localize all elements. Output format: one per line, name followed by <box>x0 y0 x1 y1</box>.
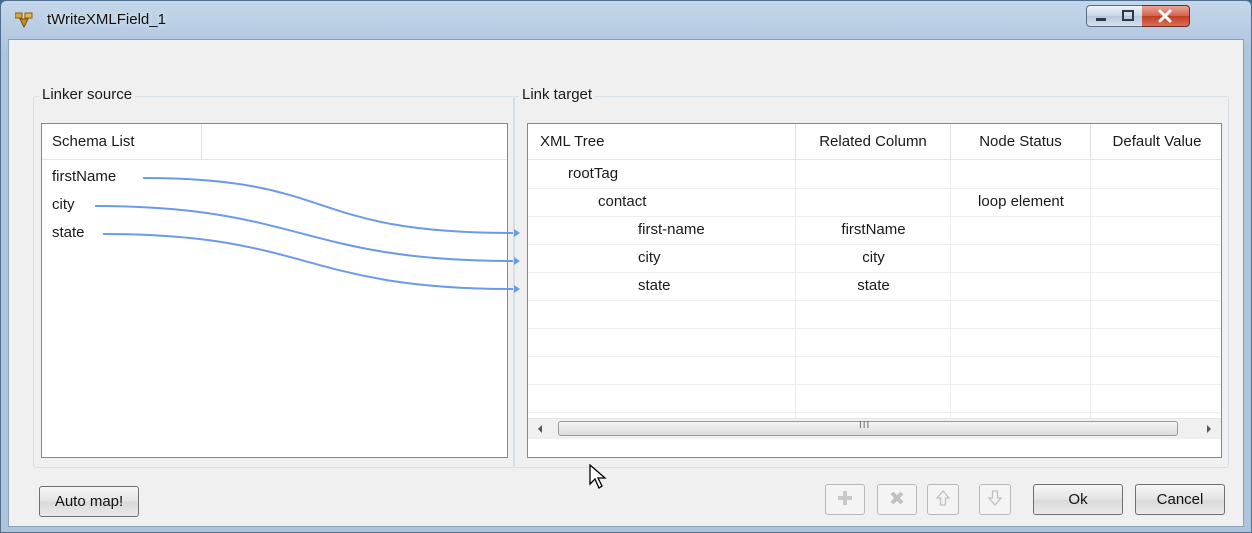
scroll-grip: III <box>859 420 871 431</box>
row-divider <box>528 356 1221 357</box>
maximize-button[interactable] <box>1115 5 1143 27</box>
source-row-city[interactable]: city <box>52 191 75 219</box>
dialog-content: Linker source Schema List firstName city… <box>8 39 1244 527</box>
remove-button[interactable] <box>877 484 917 515</box>
tree-node-state[interactable]: state <box>638 272 671 300</box>
default-value-header[interactable]: Default Value <box>1091 124 1221 160</box>
related-column-cell[interactable]: firstName <box>796 216 951 244</box>
maximize-icon <box>1122 10 1134 21</box>
title-bar[interactable]: tWriteXMLField_1 <box>1 1 1251 39</box>
scroll-right-icon[interactable] <box>1205 424 1213 434</box>
add-button[interactable] <box>825 484 865 515</box>
source-row-state[interactable]: state <box>52 219 85 247</box>
link-target-label: Link target <box>519 86 596 103</box>
tree-node-city[interactable]: city <box>638 244 661 272</box>
row-divider <box>528 300 1221 301</box>
mouse-cursor-icon <box>589 463 607 494</box>
scrollbar-thumb[interactable]: III <box>558 420 1178 436</box>
delete-icon <box>890 491 904 504</box>
tree-node-contact[interactable]: contact <box>598 188 646 216</box>
node-status-header[interactable]: Node Status <box>951 124 1091 160</box>
close-icon <box>1158 9 1172 23</box>
window-title: tWriteXMLField_1 <box>47 11 166 28</box>
linker-source-label: Linker source <box>39 86 136 103</box>
source-row-firstname[interactable]: firstName <box>52 163 116 191</box>
minimize-button[interactable] <box>1086 5 1116 27</box>
auto-map-button[interactable]: Auto map! <box>39 486 139 517</box>
horizontal-scrollbar[interactable]: III <box>528 418 1221 439</box>
scroll-left-icon[interactable] <box>536 424 544 434</box>
schema-list-header-empty[interactable] <box>202 124 507 160</box>
related-column-header[interactable]: Related Column <box>796 124 951 160</box>
row-divider <box>528 328 1221 329</box>
ok-button[interactable]: Ok <box>1033 484 1123 515</box>
schema-list-table[interactable]: Schema List firstName city state <box>41 123 508 458</box>
talend-component-icon <box>14 12 33 29</box>
related-column-cell[interactable]: city <box>796 244 951 272</box>
close-button[interactable] <box>1142 5 1190 27</box>
move-down-button[interactable] <box>979 484 1011 515</box>
arrow-up-icon <box>935 489 951 506</box>
plus-icon <box>838 490 852 505</box>
cancel-button[interactable]: Cancel <box>1135 484 1225 515</box>
move-up-button[interactable] <box>927 484 959 515</box>
xml-tree-table[interactable]: XML Tree Related Column Node Status Defa… <box>527 123 1222 458</box>
arrow-down-icon <box>987 489 1003 506</box>
row-divider <box>528 412 1221 413</box>
tree-node-first-name[interactable]: first-name <box>638 216 705 244</box>
schema-list-header[interactable]: Schema List <box>42 124 202 160</box>
xml-tree-header[interactable]: XML Tree <box>528 124 796 160</box>
minimize-icon <box>1096 18 1106 21</box>
tree-node-roottag[interactable]: rootTag <box>568 160 618 188</box>
related-column-cell[interactable]: state <box>796 272 951 300</box>
node-status-cell: loop element <box>978 193 1064 210</box>
row-divider <box>528 384 1221 385</box>
dialog-window: tWriteXMLField_1 Linker source Schema Li… <box>0 0 1252 533</box>
